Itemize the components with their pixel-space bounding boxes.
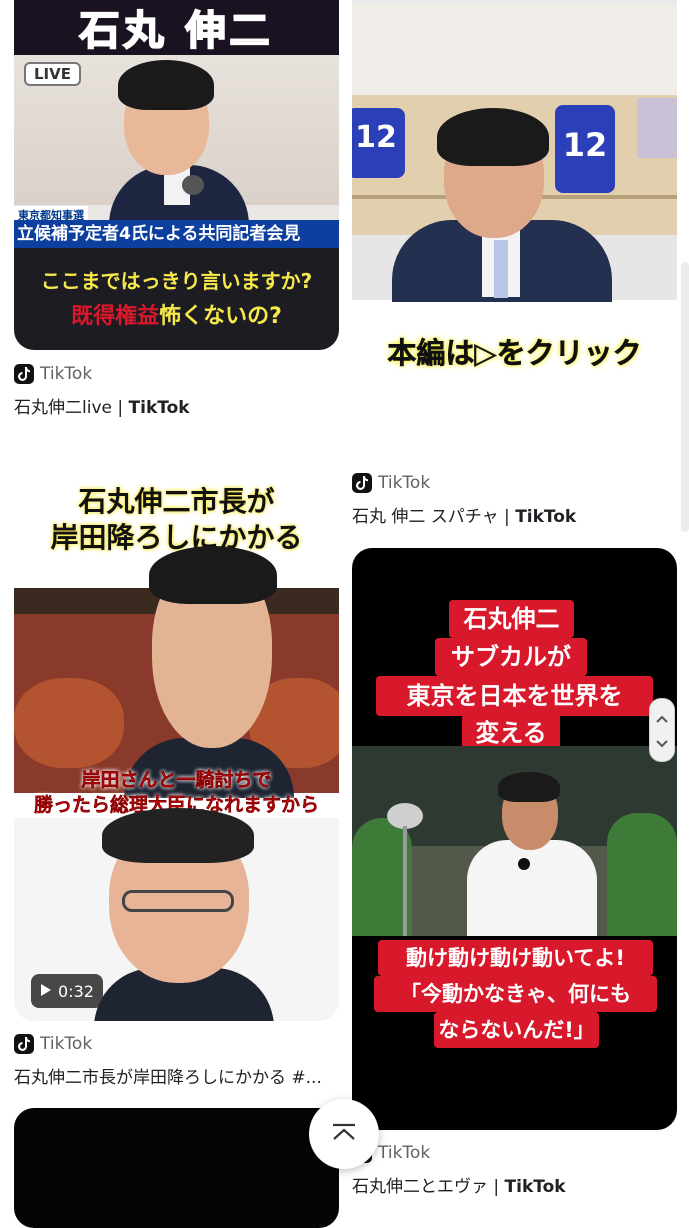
- jersey-left: 12: [352, 108, 405, 178]
- caption-bottom-line-1: 動け動け動け動いてよ!: [378, 940, 653, 976]
- arrow-up-icon: [331, 1123, 357, 1145]
- result-5-thumbnail[interactable]: [14, 1108, 339, 1228]
- scroll-indicator: [681, 262, 689, 532]
- tiktok-icon: [14, 1034, 34, 1054]
- title-text: 石丸 伸二 スパチャ |: [352, 507, 516, 527]
- title-text: 石丸伸二とエヴァ |: [352, 1177, 505, 1197]
- result-3-thumbnail[interactable]: 石丸伸二市長が 岸田降ろしにかかる 岸田さんと一騎討ちで 勝ったら総理大臣になれ…: [14, 438, 339, 1021]
- title-text: 石丸伸二live |: [14, 398, 129, 418]
- source-label: TikTok: [40, 364, 93, 384]
- chevron-down-icon: [656, 733, 668, 752]
- result-4-thumbnail[interactable]: 石丸伸二 サブカルが 東京を日本を世界を 変える 動け動け動け動いてよ! 「今動…: [352, 548, 677, 1130]
- result-4-title[interactable]: 石丸伸二とエヴァ | TikTok: [352, 1172, 566, 1197]
- caption-yellow-text: 怖くないの?: [159, 304, 282, 329]
- result-1-source[interactable]: TikTok: [14, 364, 92, 384]
- caption-top-line-3: 東京を日本を世界を: [376, 676, 653, 716]
- source-label: TikTok: [378, 473, 431, 493]
- thumb-title: 石丸 伸二: [79, 7, 274, 55]
- caption-bottom-line-3: ならないんだ!」: [434, 1012, 599, 1048]
- back-to-top-button[interactable]: [309, 1099, 379, 1169]
- title-source: TikTok: [128, 398, 190, 418]
- jersey-right: 12: [555, 105, 615, 193]
- caption-red-text: 既得権益: [71, 304, 160, 329]
- caption-line-1: ここまではっきり言いますか?: [40, 269, 313, 293]
- result-2-title[interactable]: 石丸 伸二 スパチャ | TikTok: [352, 502, 576, 527]
- result-2-source[interactable]: TikTok: [352, 473, 430, 493]
- duration-label: 0:32: [58, 981, 94, 1001]
- title-source: TikTok: [504, 1177, 566, 1197]
- caption-top-line-2: サブカルが: [435, 638, 587, 676]
- duration-badge: 0:32: [31, 974, 103, 1008]
- title-text: 石丸伸二市長が岸田降ろしにかかる #...: [14, 1068, 322, 1088]
- caption: 本編は▷をクリック: [387, 336, 642, 371]
- source-label: TikTok: [40, 1034, 93, 1054]
- caption-mid-line-1: 岸田さんと一騎討ちで: [81, 769, 272, 791]
- caption-top-line-1: 石丸伸二: [449, 600, 574, 638]
- news-headline: 立候補予定者4氏による共同記者会見: [14, 220, 339, 248]
- tiktok-icon: [352, 473, 372, 493]
- play-icon: [40, 982, 52, 1001]
- result-2-thumbnail[interactable]: 12 12 本編は▷をクリック: [352, 0, 677, 460]
- source-label: TikTok: [378, 1143, 431, 1163]
- live-badge: LIVE: [24, 62, 81, 86]
- caption-line-2: 既得権益怖くないの?: [14, 298, 339, 330]
- tiktok-icon: [14, 364, 34, 384]
- result-1-thumbnail[interactable]: 石丸 伸二 LIVE 東京都知事選 立候補予定者4氏による共同記者会見 ここまで…: [14, 0, 339, 350]
- fast-scroll-handle[interactable]: [649, 698, 675, 762]
- title-source: TikTok: [515, 507, 577, 527]
- caption-top-line-1: 石丸伸二市長が: [78, 485, 275, 518]
- result-3-source[interactable]: TikTok: [14, 1034, 92, 1054]
- caption-bottom-line-2: 「今動かなきゃ、何にも: [374, 976, 657, 1012]
- chevron-up-icon: [656, 708, 668, 727]
- top-divider: [352, 0, 677, 4]
- result-3-title[interactable]: 石丸伸二市長が岸田降ろしにかかる #...: [14, 1063, 339, 1088]
- result-1-title[interactable]: 石丸伸二live | TikTok: [14, 393, 190, 418]
